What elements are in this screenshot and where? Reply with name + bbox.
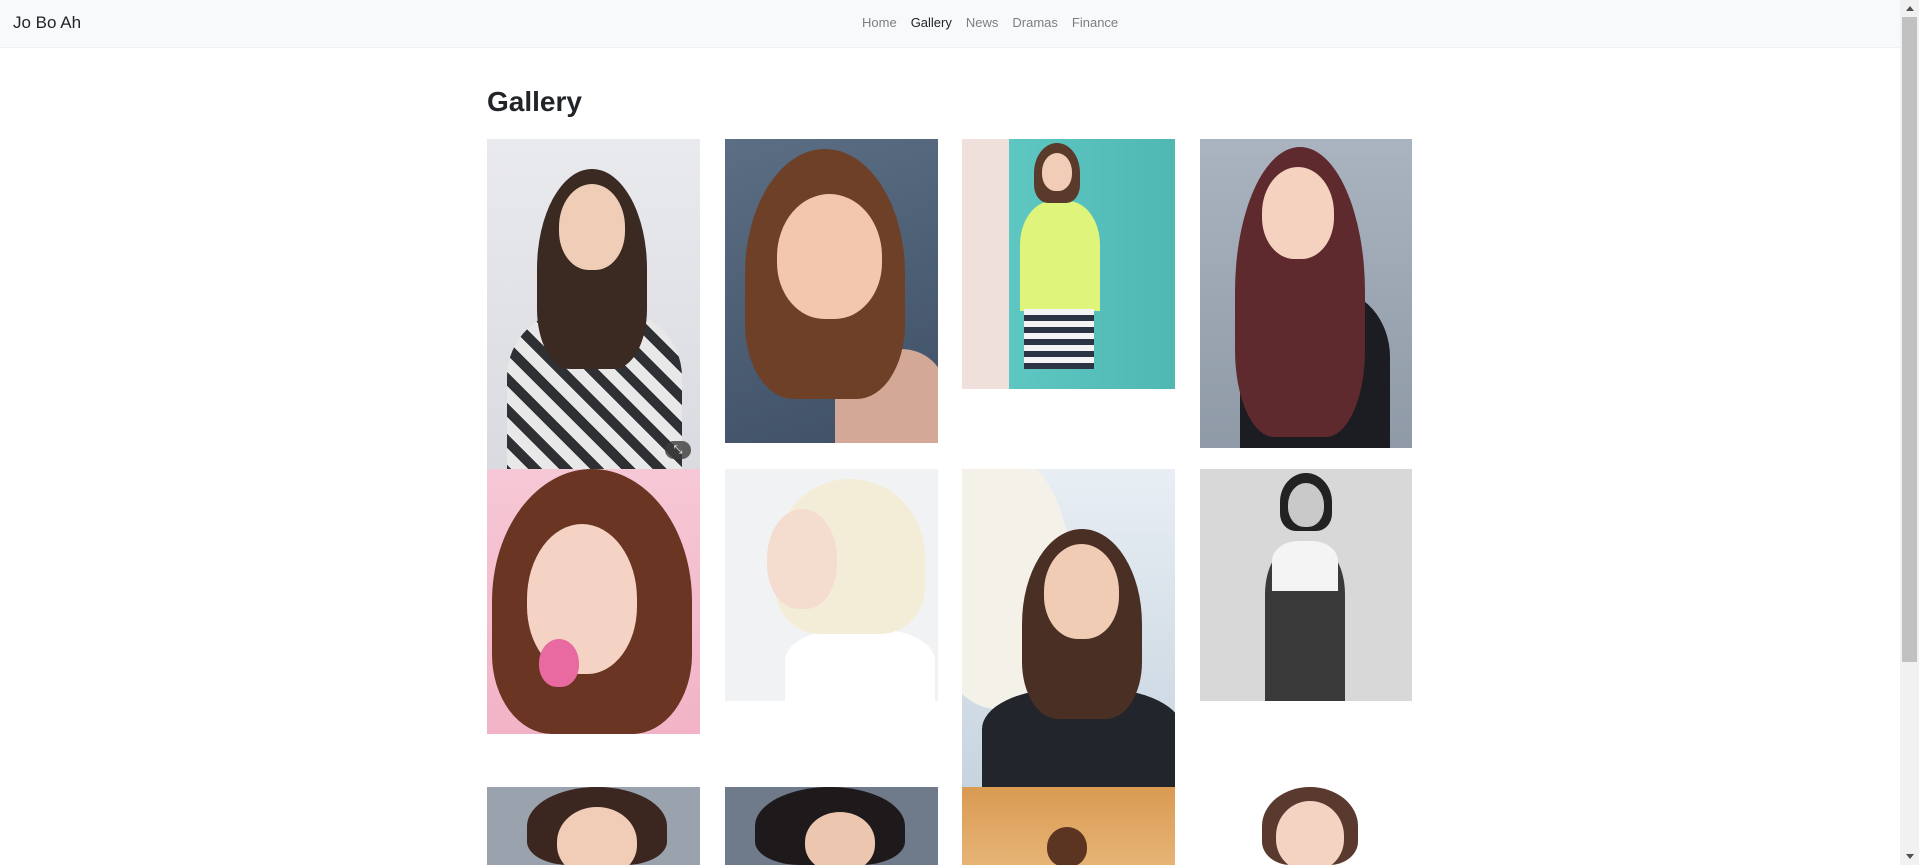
gallery-photo[interactable]: [725, 139, 938, 443]
photo-face: [1276, 801, 1344, 865]
photo-face: [559, 184, 625, 270]
scroll-up-arrow-icon[interactable]: [1906, 6, 1914, 11]
photo-figure: [785, 629, 935, 701]
gallery-photo[interactable]: [487, 469, 700, 734]
photo-figure: [1024, 309, 1094, 369]
gallery-photo[interactable]: [487, 787, 700, 865]
photo-figure: [1272, 541, 1338, 591]
photo-face: [1288, 483, 1324, 527]
top-navbar: Jo Bo Ah Home Gallery News Dramas Financ…: [0, 0, 1900, 48]
brand-logo-text[interactable]: Jo Bo Ah: [13, 13, 81, 33]
scroll-down-arrow-icon[interactable]: [1906, 854, 1914, 859]
gallery-photo[interactable]: [725, 787, 938, 865]
main-nav: Home Gallery News Dramas Finance: [862, 15, 1118, 30]
photo-face: [1042, 153, 1072, 191]
photo-face: [805, 812, 875, 865]
photo-flower: [539, 639, 579, 687]
page-title: Gallery: [487, 86, 582, 117]
page-scrollbar[interactable]: [1900, 0, 1919, 865]
gallery-photo[interactable]: [1200, 787, 1412, 865]
gallery-photo[interactable]: [725, 469, 938, 701]
gallery-photo[interactable]: [1200, 139, 1412, 448]
gallery-photo[interactable]: [962, 139, 1175, 389]
scroll-thumb[interactable]: [1902, 17, 1917, 662]
photo-face: [767, 509, 837, 609]
photo-face: [777, 194, 882, 319]
nav-dramas-link[interactable]: Dramas: [1012, 15, 1058, 30]
photo-face: [1262, 167, 1334, 259]
nav-home-link[interactable]: Home: [862, 15, 897, 30]
photo-face: [1047, 827, 1087, 865]
zoom-icon[interactable]: ⤡: [665, 441, 691, 459]
photo-face: [1044, 544, 1119, 639]
nav-finance-link[interactable]: Finance: [1072, 15, 1118, 30]
photo-figure: [1020, 201, 1100, 311]
nav-news-link[interactable]: News: [966, 15, 999, 30]
gallery-photo[interactable]: [962, 469, 1175, 787]
gallery-photo[interactable]: ⤡: [487, 139, 700, 469]
gallery-photo[interactable]: [962, 787, 1175, 865]
gallery-photo[interactable]: [1200, 469, 1412, 701]
nav-gallery-link[interactable]: Gallery: [911, 15, 952, 30]
